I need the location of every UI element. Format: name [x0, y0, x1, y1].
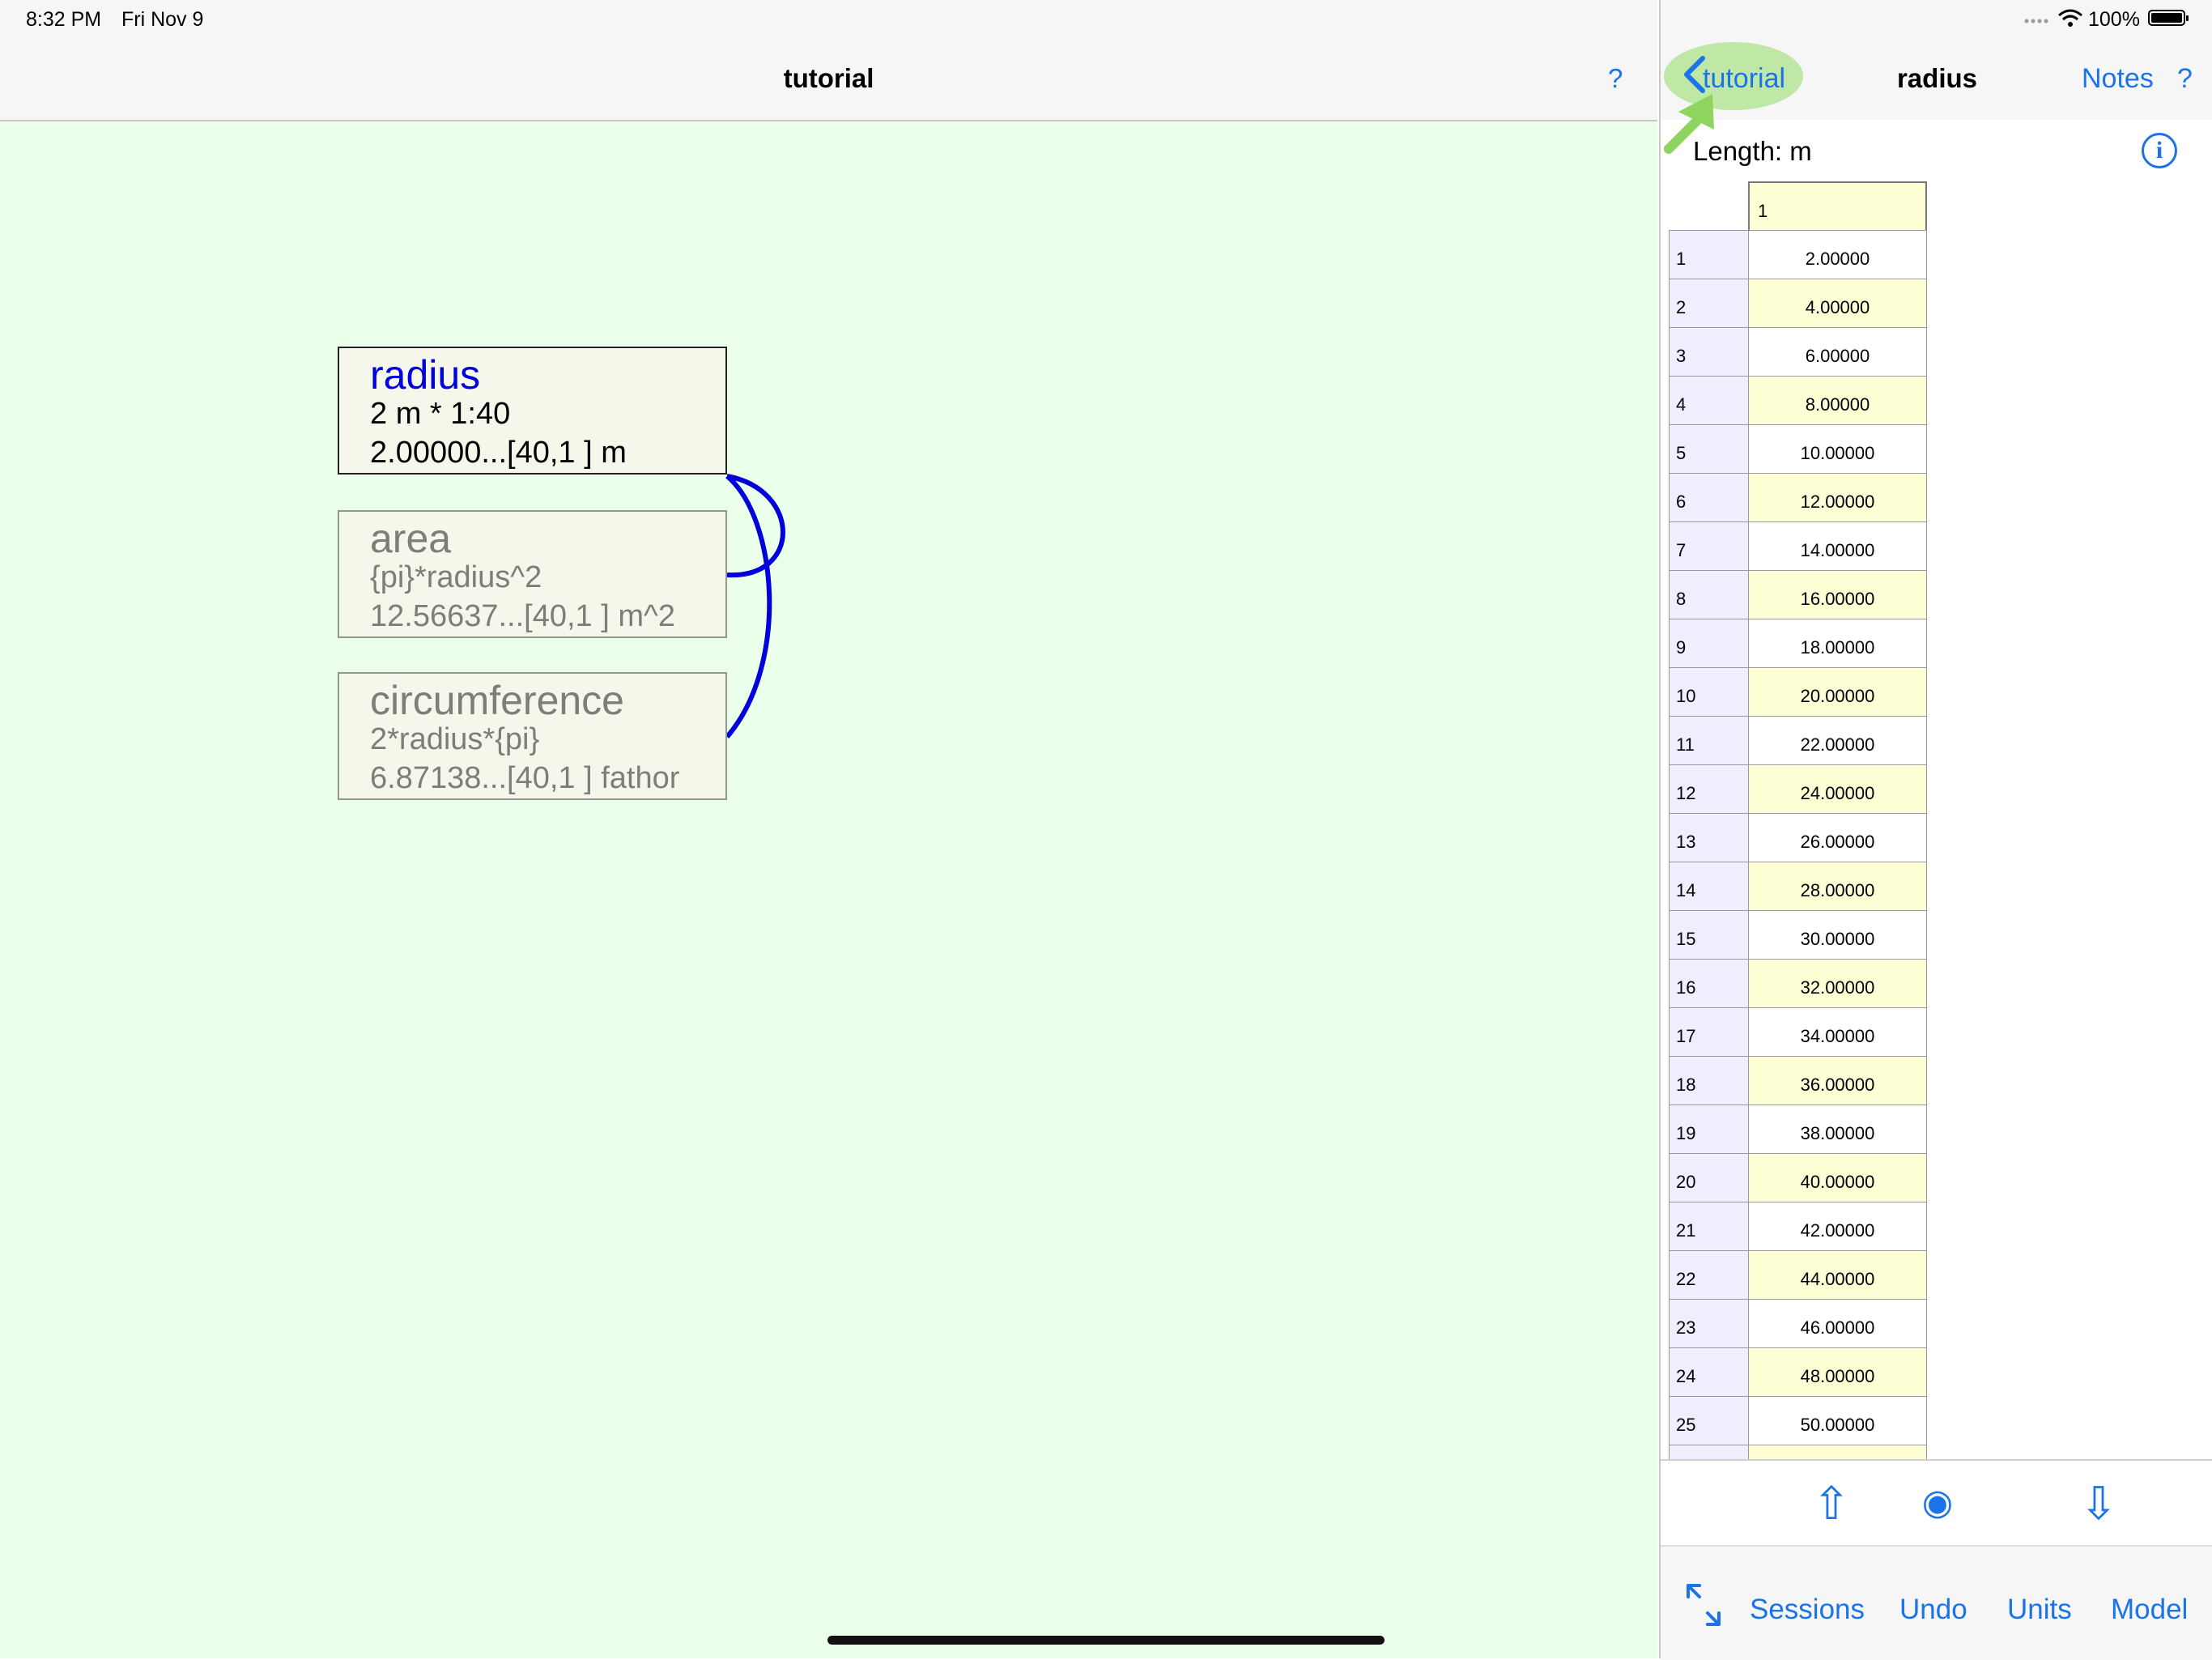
row-index-cell: 13 [1669, 813, 1750, 863]
variable-node-area[interactable]: area {pi}*radius^2 12.56637...[40,1 ] m^… [338, 510, 727, 638]
row-index-cell: 14 [1669, 862, 1750, 912]
row-index-cell: 25 [1669, 1396, 1750, 1446]
value-cell[interactable] [1748, 1445, 1927, 1459]
value-cell[interactable]: 26.00000 [1748, 813, 1927, 863]
row-index-cell: 8 [1669, 570, 1750, 620]
node-formula: 2*radius*{pi} [370, 722, 540, 756]
value-cell[interactable]: 34.00000 [1748, 1007, 1927, 1058]
values-table[interactable]: 1 1 2.00000 2 4.00000 3 6.00000 4 8.00000 5 10.00… [1669, 180, 2212, 1459]
node-formula: 2 m * 1:40 [370, 397, 511, 431]
model-button[interactable]: Model [2111, 1594, 2188, 1626]
row-index-cell: 22 [1669, 1250, 1750, 1300]
undo-button[interactable]: Undo [1899, 1594, 1967, 1626]
value-cell[interactable]: 12.00000 [1748, 473, 1927, 523]
row-index-cell: 12 [1669, 764, 1750, 815]
help-button[interactable]: ? [2177, 63, 2193, 95]
value-cell[interactable]: 20.00000 [1748, 667, 1927, 717]
node-name: area [370, 516, 452, 561]
node-value: 6.87138...[40,1 ] fathor [370, 761, 680, 795]
right-navigation-bar: 100% tutorial radius Notes ? [1661, 0, 2212, 154]
row-index-cell: 10 [1669, 667, 1750, 717]
detail-pane: 100% tutorial radius Notes ? Length: m i… [1659, 0, 2212, 1660]
sessions-button[interactable]: Sessions [1750, 1594, 1865, 1626]
length-unit-label: Length: m [1693, 136, 1812, 166]
row-index-cell: 9 [1669, 619, 1750, 669]
home-indicator [827, 1636, 1385, 1645]
notes-button[interactable]: Notes [2082, 63, 2154, 95]
column-header[interactable]: 1 [1748, 181, 1927, 232]
value-cell[interactable]: 22.00000 [1748, 716, 1927, 766]
value-cell[interactable]: 32.00000 [1748, 959, 1927, 1009]
battery-percent: 100% [2088, 8, 2140, 31]
value-cell[interactable]: 8.00000 [1748, 376, 1927, 426]
row-index-cell: 18 [1669, 1056, 1750, 1106]
row-index-cell: 3 [1669, 327, 1750, 377]
node-value: 2.00000...[40,1 ] m [370, 436, 627, 470]
value-cell[interactable]: 24.00000 [1748, 764, 1927, 815]
variable-node-circumference[interactable]: circumference 2*radius*{pi} 6.87138...[4… [338, 672, 727, 800]
node-formula: {pi}*radius^2 [370, 560, 542, 594]
center-record-icon[interactable]: ◉ [1905, 1482, 1970, 1523]
value-cell[interactable]: 30.00000 [1748, 910, 1927, 960]
node-value: 12.56637...[40,1 ] m^2 [370, 599, 675, 633]
value-cell[interactable]: 44.00000 [1748, 1250, 1927, 1300]
battery-icon [2148, 10, 2189, 26]
value-cell[interactable]: 28.00000 [1748, 862, 1927, 912]
variable-node-radius[interactable]: radius 2 m * 1:40 2.00000...[40,1 ] m [338, 347, 727, 475]
node-name: radius [370, 352, 481, 398]
value-cell[interactable]: 2.00000 [1748, 230, 1927, 280]
row-index-cell: 16 [1669, 959, 1750, 1009]
value-cell[interactable]: 16.00000 [1748, 570, 1927, 620]
value-cell[interactable]: 4.00000 [1748, 279, 1927, 329]
row-index-cell: 20 [1669, 1153, 1750, 1203]
node-name: circumference [370, 678, 624, 723]
row-index-cell: 21 [1669, 1202, 1750, 1252]
value-cell[interactable]: 14.00000 [1748, 521, 1927, 572]
row-index-cell: 23 [1669, 1299, 1750, 1349]
value-cell[interactable]: 6.00000 [1748, 327, 1927, 377]
row-index-cell: 5 [1669, 424, 1750, 475]
info-icon[interactable]: i [2142, 133, 2177, 168]
row-index-cell: 2 [1669, 279, 1750, 329]
value-cell[interactable]: 36.00000 [1748, 1056, 1927, 1106]
bottom-toolbar: Sessions Undo Units Model [1661, 1550, 2212, 1660]
value-cell[interactable]: 50.00000 [1748, 1396, 1927, 1446]
model-canvas-pane[interactable]: 8:32 PM Fri Nov 9 tutorial ? radius 2 m … [0, 0, 1657, 1658]
value-cell[interactable]: 38.00000 [1748, 1105, 1927, 1155]
row-index-cell: 17 [1669, 1007, 1750, 1058]
arrow-down-icon[interactable]: ⇩ [2066, 1477, 2131, 1530]
row-index-cell: 11 [1669, 716, 1750, 766]
expand-icon[interactable] [1683, 1581, 1724, 1629]
value-cell[interactable]: 46.00000 [1748, 1299, 1927, 1349]
value-cell[interactable]: 48.00000 [1748, 1347, 1927, 1398]
row-index-cell: 24 [1669, 1347, 1750, 1398]
dependency-links [725, 474, 785, 738]
row-index-cell: 19 [1669, 1105, 1750, 1155]
cellular-signal-icon [2024, 19, 2048, 23]
row-index-cell: 7 [1669, 521, 1750, 572]
row-index-cell [1669, 1445, 1750, 1459]
bottom-controls: ⇧ ◉ ⇩ Sessions Undo Units Model [1661, 1459, 2212, 1660]
row-index-cell: 15 [1669, 910, 1750, 960]
wifi-icon [2058, 9, 2082, 27]
value-cell[interactable]: 40.00000 [1748, 1153, 1927, 1203]
arrow-up-icon[interactable]: ⇧ [1799, 1477, 1864, 1530]
link-radius-circumference [725, 474, 772, 738]
units-button[interactable]: Units [2007, 1594, 2072, 1626]
value-cell[interactable]: 10.00000 [1748, 424, 1927, 475]
row-index-cell: 4 [1669, 376, 1750, 426]
row-index-cell: 1 [1669, 230, 1750, 280]
stepper-bar: ⇧ ◉ ⇩ [1661, 1461, 2212, 1547]
row-index-cell: 6 [1669, 473, 1750, 523]
value-cell[interactable]: 42.00000 [1748, 1202, 1927, 1252]
value-cell[interactable]: 18.00000 [1748, 619, 1927, 669]
